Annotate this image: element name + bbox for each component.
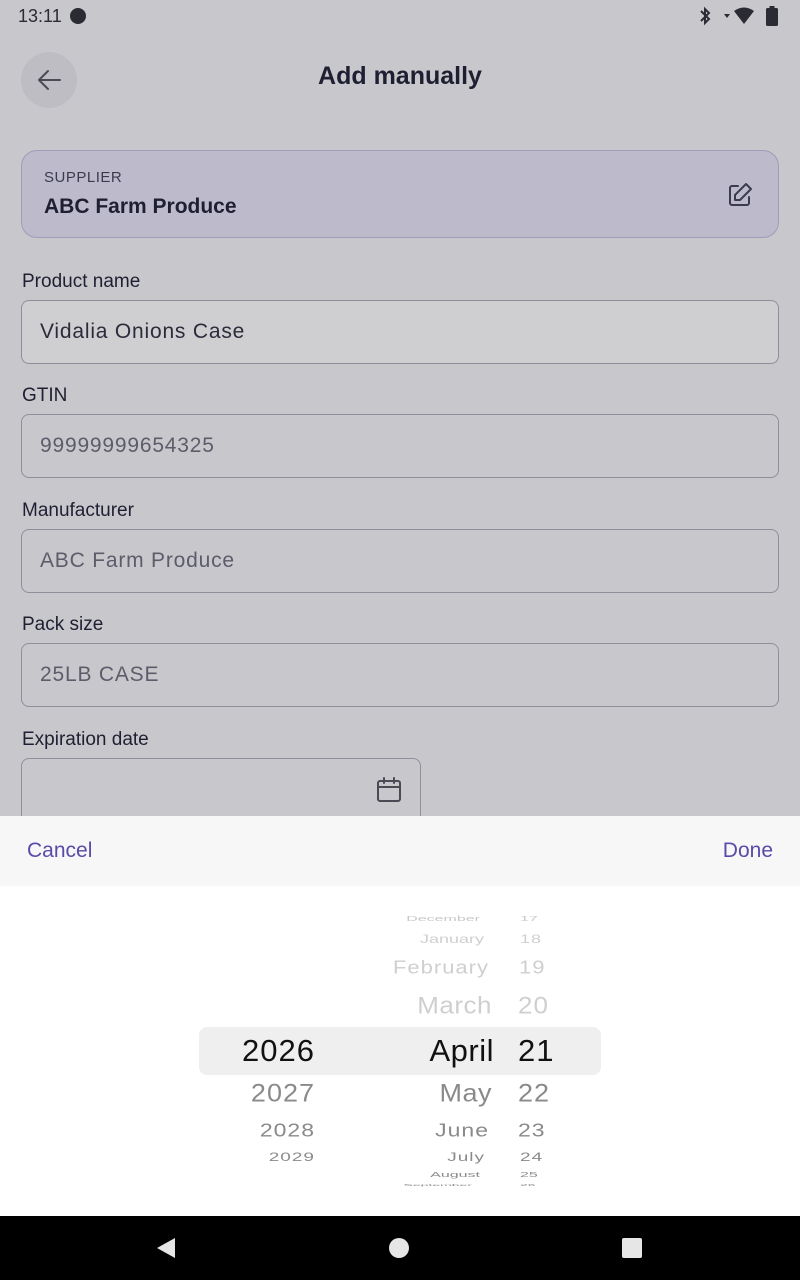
- month-option[interactable]: June: [289, 1119, 489, 1141]
- month-option[interactable]: December: [280, 915, 480, 923]
- done-button[interactable]: Done: [723, 839, 773, 863]
- expiration-date-input[interactable]: [21, 758, 421, 820]
- month-option[interactable]: August: [280, 1171, 480, 1179]
- status-bar: 13:11: [0, 0, 800, 32]
- day-option[interactable]: 24: [520, 1151, 580, 1165]
- month-option[interactable]: March: [292, 991, 492, 1020]
- nav-back-button[interactable]: [154, 1236, 178, 1260]
- page-title: Add manually: [318, 62, 482, 90]
- day-option[interactable]: 26: [520, 1183, 580, 1186]
- month-option[interactable]: January: [284, 933, 484, 947]
- month-option[interactable]: July: [285, 1151, 485, 1165]
- pack-size-label: Pack size: [22, 614, 104, 635]
- product-name-input[interactable]: Vidalia Onions Case: [21, 300, 779, 364]
- edit-icon[interactable]: [726, 181, 754, 209]
- nav-recents-button[interactable]: [620, 1236, 644, 1260]
- month-option[interactable]: April: [294, 1033, 494, 1069]
- recents-square-icon: [622, 1238, 642, 1258]
- bluetooth-icon: [698, 6, 712, 26]
- expiration-date-label: Expiration date: [22, 729, 149, 750]
- back-triangle-icon: [157, 1238, 175, 1258]
- day-option[interactable]: 22: [518, 1079, 578, 1108]
- day-option[interactable]: 20: [518, 991, 578, 1020]
- battery-icon: [766, 6, 778, 26]
- home-circle-icon: [389, 1238, 409, 1258]
- day-option[interactable]: 19: [519, 957, 579, 978]
- manufacturer-label: Manufacturer: [22, 500, 134, 521]
- wifi-icon: [722, 7, 756, 25]
- supplier-name: ABC Farm Produce: [44, 195, 237, 218]
- manufacturer-input[interactable]: ABC Farm Produce: [21, 529, 779, 593]
- month-option[interactable]: September: [272, 1183, 472, 1186]
- day-option[interactable]: 17: [520, 915, 580, 923]
- day-option[interactable]: 18: [520, 933, 580, 947]
- month-option[interactable]: February: [289, 957, 489, 978]
- day-option[interactable]: 23: [518, 1119, 578, 1141]
- supplier-card[interactable]: SUPPLIER ABC Farm Produce: [21, 150, 779, 238]
- gtin-label: GTIN: [22, 385, 68, 406]
- app-dot-icon: [69, 8, 86, 24]
- nav-home-button[interactable]: [387, 1236, 411, 1260]
- product-name-label: Product name: [22, 271, 141, 292]
- gtin-input[interactable]: 99999999654325: [21, 414, 779, 478]
- cancel-button[interactable]: Cancel: [27, 839, 92, 863]
- day-option[interactable]: 21: [518, 1033, 578, 1069]
- date-picker-wheel[interactable]: 2026 2027 2028 2029 December January Feb…: [0, 886, 800, 1216]
- supplier-label: SUPPLIER: [44, 169, 123, 186]
- calendar-icon: [377, 777, 401, 802]
- system-nav-bar: [0, 1216, 800, 1280]
- status-time: 13:11: [18, 5, 62, 26]
- day-option[interactable]: 25: [520, 1171, 580, 1179]
- month-option[interactable]: May: [292, 1079, 492, 1108]
- pack-size-input[interactable]: 25LB CASE: [21, 643, 779, 707]
- date-picker-toolbar: Cancel Done: [0, 816, 800, 886]
